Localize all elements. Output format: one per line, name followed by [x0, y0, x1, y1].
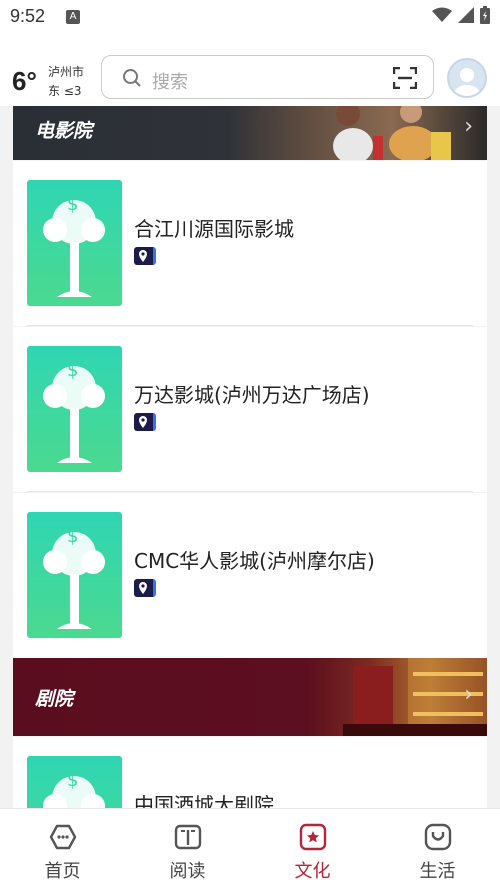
nav-life[interactable]: 生活 [375, 809, 500, 888]
list-item[interactable]: $ 中国酒城大剧院 [13, 737, 487, 808]
venue-name: 万达影城(泸州万达广场店) [134, 383, 370, 407]
nav-culture[interactable]: 文化 [250, 809, 375, 888]
divider [27, 325, 473, 326]
venue-name: 合江川源国际影城 [134, 217, 294, 241]
status-time: 9:52 [10, 6, 46, 26]
chevron-right-icon[interactable]: › [464, 682, 473, 707]
nav-read[interactable]: 阅读 [125, 809, 250, 888]
svg-text:$: $ [67, 360, 78, 381]
wifi-icon [432, 7, 452, 22]
tree-logo-icon: $ [27, 346, 122, 472]
avatar[interactable] [447, 58, 487, 98]
nav-label: 生活 [419, 861, 456, 882]
signal-icon [458, 7, 474, 23]
notification-icon: A [66, 10, 80, 24]
bottom-nav: 首页 阅读 文化 生活 [0, 808, 500, 888]
search-placeholder: 搜索 [152, 72, 188, 93]
status-indicators [432, 6, 490, 24]
svg-text:$: $ [67, 194, 78, 215]
tree-logo-icon: $ [27, 180, 122, 306]
theater-banner[interactable]: 剧院 › [13, 658, 487, 736]
scan-icon[interactable] [393, 67, 417, 89]
book-icon [174, 824, 201, 850]
location-pin-icon[interactable] [134, 247, 156, 265]
cinema-banner[interactable]: 电影院 › [13, 106, 487, 160]
venue-name: CMC华人影城(泸州摩尔店) [134, 549, 375, 573]
nav-home[interactable]: 首页 [0, 809, 125, 888]
weather-wind: 东 ≤3 [48, 84, 82, 98]
culture-icon [299, 823, 326, 851]
life-icon [424, 823, 451, 851]
svg-text:$: $ [67, 770, 78, 791]
chevron-right-icon[interactable]: › [464, 114, 473, 139]
weather-city: 泸州市 [48, 65, 85, 79]
divider [27, 491, 473, 492]
content-scroll[interactable]: 电影院 › $ 合江川源国际影城 $ 万达影城(泸州万达广场店) $ CMC华人… [0, 106, 500, 808]
header: 6° 泸州市 东 ≤3 搜索 [0, 36, 500, 106]
theater-banner-image [343, 658, 487, 736]
tree-logo-icon: $ [27, 512, 122, 638]
search-icon [123, 69, 141, 87]
section-title: 剧院 [35, 688, 74, 710]
list-item[interactable]: $ 万达影城(泸州万达广场店) [13, 327, 487, 492]
home-icon [49, 824, 76, 850]
section-title: 电影院 [35, 120, 93, 142]
location-pin-icon[interactable] [134, 579, 156, 597]
location-pin-icon[interactable] [134, 413, 156, 431]
svg-text:$: $ [67, 526, 78, 547]
status-bar: 9:52 A [0, 0, 500, 36]
list-item[interactable]: $ CMC华人影城(泸州摩尔店) [13, 493, 487, 658]
venue-name: 中国酒城大剧院 [134, 793, 274, 808]
battery-icon [480, 6, 490, 24]
nav-label: 阅读 [169, 861, 206, 882]
search-input[interactable]: 搜索 [101, 55, 434, 99]
list-item[interactable]: $ 合江川源国际影城 [13, 161, 487, 326]
weather-temperature: 6° [12, 66, 37, 96]
nav-label: 文化 [294, 861, 331, 882]
nav-label: 首页 [44, 861, 81, 882]
tree-logo-icon: $ [27, 756, 122, 808]
